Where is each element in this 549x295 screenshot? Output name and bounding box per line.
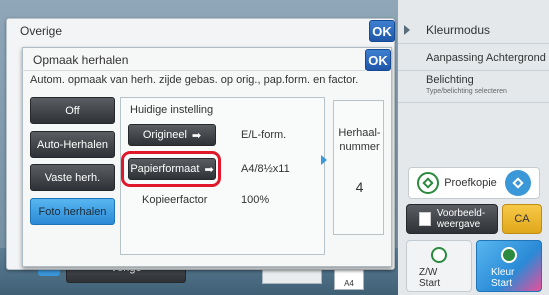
repeat-number-value: 4 xyxy=(355,179,364,195)
outer-ok-label: OK xyxy=(372,23,392,39)
outer-dialog-title: Overige xyxy=(20,24,63,38)
exposure-item[interactable]: Belichting Type/belichting selecteren xyxy=(398,71,549,103)
collapse-arrow-icon[interactable] xyxy=(404,25,410,35)
repeat-number-label-2: nummer xyxy=(339,141,380,153)
preview-label-line2: weergave xyxy=(436,219,481,230)
inner-dialog-title: Opmaak herhalen xyxy=(33,53,129,67)
current-setting-heading: Huidige instelling xyxy=(130,104,214,116)
option-fixed-repeat-button[interactable]: Vaste herh. xyxy=(30,164,115,191)
option-photo-repeat-label: Foto herhalen xyxy=(38,205,107,218)
option-auto-repeat-button[interactable]: Auto-Herhalen xyxy=(30,131,115,158)
original-label: Origineel xyxy=(142,129,187,141)
option-off-button[interactable]: Off xyxy=(30,97,115,124)
copy-factor-value: 100% xyxy=(241,194,270,206)
ca-button[interactable]: CA xyxy=(502,204,542,234)
color-mode-item[interactable]: Kleurmodus xyxy=(398,16,549,44)
inner-dialog-description: Autom. opmaak van herh. zijde gebas. op … xyxy=(30,74,359,86)
proof-copy-label: Proefkopie xyxy=(444,177,497,189)
option-off-label: Off xyxy=(65,104,80,117)
pointer-arrow-icon xyxy=(321,155,327,165)
original-button[interactable]: Origineel ➡ xyxy=(128,124,216,146)
preview-label-line1: Voorbeeld- xyxy=(436,208,486,219)
proof-start-icon[interactable] xyxy=(504,170,531,196)
paper-size-value: A4/8½x11 xyxy=(241,163,290,175)
option-auto-repeat-label: Auto-Herhalen xyxy=(37,138,108,151)
background-adjust-label: Aanpassing Achtergrond xyxy=(426,52,546,64)
exposure-label: Belichting xyxy=(426,74,474,86)
repeat-number-label-1: Herhaal- xyxy=(338,127,381,139)
paper-a4-label: A4 xyxy=(344,279,354,288)
option-fixed-repeat-label: Vaste herh. xyxy=(44,171,101,184)
preview-icon xyxy=(418,212,431,226)
outer-ok-button[interactable]: OK xyxy=(369,20,395,42)
exposure-sublabel: Type/belichting selecteren xyxy=(426,88,507,95)
ca-label: CA xyxy=(514,213,530,225)
inner-ok-button[interactable]: OK xyxy=(365,49,391,71)
preview-button[interactable]: Voorbeeld- weergave xyxy=(406,204,498,234)
arrow-right-icon: ➡ xyxy=(191,129,202,142)
option-photo-repeat-button[interactable]: Foto herhalen xyxy=(30,198,115,225)
background-adjust-item[interactable]: Aanpassing Achtergrond xyxy=(398,44,549,71)
copy-factor-label: Kopieerfactor xyxy=(142,194,208,206)
proof-copy-icon xyxy=(417,172,440,194)
proof-copy-button[interactable]: Proefkopie xyxy=(408,167,540,199)
repeat-number-box: Herhaal- nummer 4 xyxy=(333,100,384,235)
color-mode-label: Kleurmodus xyxy=(426,23,491,37)
inner-ok-label: OK xyxy=(368,52,388,68)
highlight-ring xyxy=(121,151,221,187)
title-divider xyxy=(22,70,367,71)
original-value: E/L-form. xyxy=(241,129,287,141)
